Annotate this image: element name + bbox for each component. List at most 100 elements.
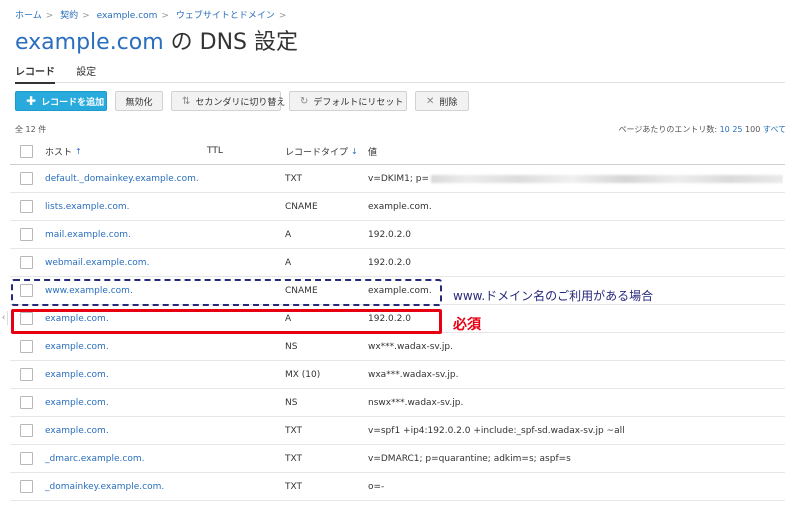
www-annotation: www.ドメイン名のご利用がある場合 [453, 289, 654, 303]
record-host-link[interactable]: default._domainkey.example.com. [45, 165, 275, 192]
row-checkbox[interactable] [20, 424, 33, 437]
reset-to-default-label: デフォルトにリセット [313, 97, 404, 108]
breadcrumb-separator: > [45, 11, 54, 21]
record-type: A [285, 229, 292, 240]
table-row[interactable]: example.com. TXT v=spf1 +ip4:192.0.2.0 +in… [10, 417, 785, 445]
delete-icon: ✕ [426, 95, 435, 107]
record-value-cell: wx***.wadax-sv.jp. [368, 333, 783, 360]
tab-bar: レコード 設定 [15, 63, 785, 84]
breadcrumb-separator: > [161, 11, 169, 21]
reset-to-default-button[interactable]: ↻ デフォルトにリセット [289, 91, 407, 111]
breadcrumb-domain[interactable]: example.com [97, 11, 158, 21]
row-select-cell [20, 165, 40, 192]
record-type: TXT [285, 481, 303, 492]
table-row[interactable]: example.com. NS nswx***.wadax-sv.jp. [10, 389, 785, 417]
breadcrumb-home[interactable]: ホーム [15, 11, 42, 21]
record-host-link[interactable]: webmail.example.com. [45, 249, 275, 276]
row-checkbox[interactable] [20, 340, 33, 353]
row-checkbox[interactable] [20, 396, 33, 409]
record-host-link[interactable]: _dmarc.example.com. [45, 445, 275, 472]
record-value-cell: v=spf1 +ip4:192.0.2.0 +include:_spf-sd.w… [368, 417, 783, 444]
record-value-cell: 192.0.2.0 [368, 221, 783, 248]
page-title: example.com の DNS 設定 [15, 24, 298, 56]
record-type: TXT [285, 173, 303, 184]
page-title-domain: example.com [15, 30, 164, 55]
record-host-link[interactable]: example.com. [45, 417, 275, 444]
disable-label: 無効化 [125, 97, 153, 108]
row-select-cell [20, 249, 40, 276]
tab-settings[interactable]: 設定 [76, 63, 96, 82]
row-checkbox[interactable] [20, 368, 33, 381]
breadcrumb-separator: > [82, 11, 90, 21]
perpage-option-10[interactable]: 10 [720, 125, 730, 134]
record-host-link[interactable]: mail.example.com. [45, 221, 275, 248]
record-type: MX (10) [285, 369, 321, 380]
record-value-cell: v=DKIM1; p= [368, 165, 783, 192]
breadcrumb-subscriptions[interactable]: 契約 [60, 11, 78, 21]
table-header-row: ホスト ↑ TTL レコードタイプ ↓ 値 [10, 138, 785, 165]
row-select-cell [20, 389, 40, 416]
table-row[interactable]: default._domainkey.example.com. TXT v=DKIM… [10, 165, 785, 193]
sort-desc-icon: ↓ [351, 146, 358, 156]
record-host-link[interactable]: example.com. [45, 333, 275, 360]
table-row[interactable]: example.com. NS wx***.wadax-sv.jp. [10, 333, 785, 361]
table-row[interactable]: _domainkey.example.com. TXT o=- [10, 473, 785, 501]
table-row[interactable]: example.com. MX (10) wxa***.wadax-sv.jp. [10, 361, 785, 389]
record-value: nswx***.wadax-sv.jp. [368, 397, 464, 408]
row-checkbox[interactable] [20, 200, 33, 213]
www-record-highlight [11, 279, 442, 306]
select-all-checkbox[interactable] [20, 144, 33, 158]
record-type: CNAME [285, 201, 318, 212]
record-value-cell: o=- [368, 473, 783, 500]
record-value: wx***.wadax-sv.jp. [368, 341, 453, 352]
perpage-option-25[interactable]: 25 [732, 125, 742, 134]
record-value-cell: v=DMARC1; p=quarantine; adkim=s; aspf=s [368, 445, 783, 472]
record-value: v=DKIM1; p= [368, 173, 429, 184]
required-record-highlight [11, 309, 442, 334]
record-type: NS [285, 341, 298, 352]
record-value: 192.0.2.0 [368, 257, 411, 268]
breadcrumb: ホーム > 契約 > example.com > ウェブサイトとドメイン > [15, 8, 290, 21]
table-row[interactable]: mail.example.com. A 192.0.2.0 [10, 221, 785, 249]
delete-button[interactable]: ✕ 削除 [415, 91, 469, 111]
tab-records[interactable]: レコード [15, 63, 55, 84]
column-record-type-label: レコードタイプ [285, 147, 349, 158]
row-select-cell [20, 417, 40, 444]
record-value-cell: nswx***.wadax-sv.jp. [368, 389, 783, 416]
add-record-button[interactable]: ✚ レコードを追加 [15, 91, 107, 111]
select-all-cell [20, 138, 40, 164]
record-host-link[interactable]: lists.example.com. [45, 193, 275, 220]
page-title-rest: の DNS 設定 [163, 30, 299, 55]
switch-to-secondary-label: セカンダリに切り替え [195, 97, 286, 108]
plus-icon: ✚ [26, 94, 37, 108]
record-value-cell: 192.0.2.0 [368, 249, 783, 276]
collapse-panel-icon[interactable]: ‹ [0, 311, 8, 325]
record-value: v=spf1 +ip4:192.0.2.0 +include:_spf-sd.w… [368, 425, 625, 436]
record-value-cell: example.com. [368, 193, 783, 220]
switch-to-secondary-button[interactable]: ⇅ セカンダリに切り替え [171, 91, 285, 111]
row-checkbox[interactable] [20, 228, 33, 241]
perpage-option-all[interactable]: すべて [763, 125, 786, 134]
row-checkbox[interactable] [20, 172, 33, 185]
record-host-link[interactable]: example.com. [45, 361, 275, 388]
table-row[interactable]: webmail.example.com. A 192.0.2.0 [10, 249, 785, 277]
sort-asc-icon: ↑ [75, 146, 82, 156]
record-host-link[interactable]: example.com. [45, 389, 275, 416]
table-row[interactable]: lists.example.com. CNAME example.com. [10, 193, 785, 221]
record-value: wxa***.wadax-sv.jp. [368, 369, 459, 380]
row-select-cell [20, 445, 40, 472]
column-record-type[interactable]: レコードタイプ ↓ [285, 138, 365, 164]
table-row[interactable]: _dmarc.example.com. TXT v=DMARC1; p=quaran… [10, 445, 785, 473]
row-select-cell [20, 361, 40, 388]
column-ttl[interactable]: TTL [207, 138, 267, 164]
disable-button[interactable]: 無効化 [115, 91, 163, 111]
row-checkbox[interactable] [20, 452, 33, 465]
column-value: 値 [368, 147, 378, 158]
record-host-link[interactable]: _domainkey.example.com. [45, 473, 275, 500]
row-checkbox[interactable] [20, 480, 33, 493]
entries-per-page: ページあたりのエントリ数: 10 25 100 すべて [618, 124, 786, 135]
record-value: v=DMARC1; p=quarantine; adkim=s; aspf=s [368, 453, 571, 464]
row-checkbox[interactable] [20, 256, 33, 269]
toolbar: ✚ レコードを追加 無効化 ⇅ セカンダリに切り替え ↻ デフォルトにリセット ✕ 削除 [15, 91, 469, 111]
breadcrumb-websites-domains[interactable]: ウェブサイトとドメイン [176, 11, 275, 21]
